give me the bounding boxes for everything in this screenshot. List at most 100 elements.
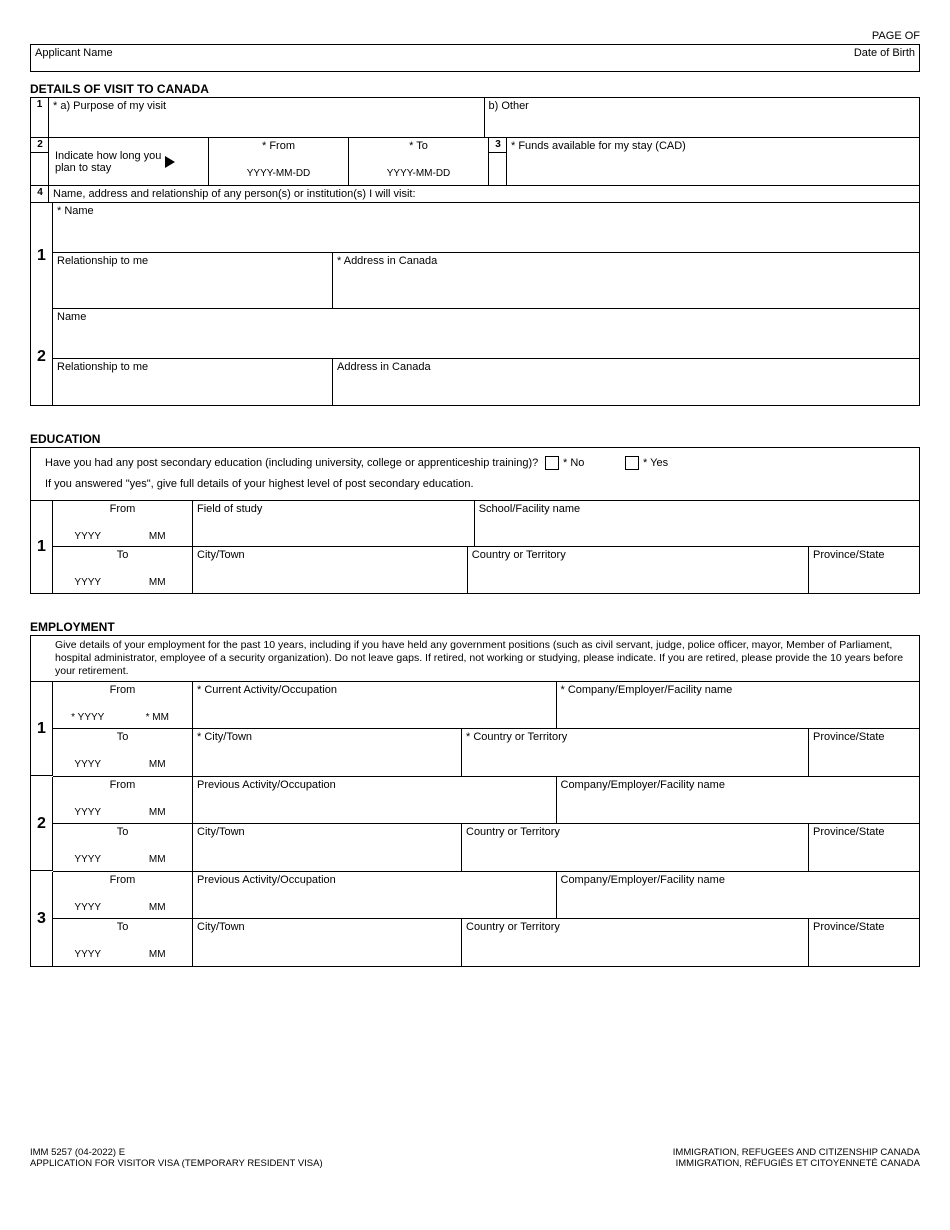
edu-sub: If you answered "yes", give full details… bbox=[45, 478, 905, 490]
emp-employer[interactable]: Company/Employer/Facility name bbox=[557, 777, 920, 823]
dept-fr: IMMIGRATION, RÉFUGIÉS ET CITOYENNETÉ CAN… bbox=[673, 1158, 920, 1169]
person-2-num: 2 bbox=[31, 309, 53, 405]
edu-to-yyyy[interactable] bbox=[53, 563, 123, 577]
emp-from-mm[interactable] bbox=[123, 698, 193, 712]
emp-from-yyyy[interactable] bbox=[53, 888, 123, 902]
person-1-num: 1 bbox=[31, 203, 53, 309]
edu-mm2: MM bbox=[123, 577, 193, 588]
emp-country[interactable]: * Country or Territory bbox=[462, 729, 809, 776]
emp-yyyy: * YYYY bbox=[53, 712, 123, 723]
p2-name[interactable]: Name bbox=[53, 309, 919, 358]
indicate-label: Indicate how long you plan to stay bbox=[55, 150, 165, 174]
edu-mm1: MM bbox=[123, 531, 193, 542]
purpose-label[interactable]: * a) Purpose of my visit bbox=[49, 98, 485, 138]
emp-row-num: 1 bbox=[31, 682, 53, 776]
emp-to: To bbox=[53, 729, 192, 745]
edu-yes-checkbox[interactable] bbox=[625, 456, 639, 470]
footer: IMM 5257 (04-2022) E APPLICATION FOR VIS… bbox=[30, 1147, 920, 1169]
edu-yyyy1: YYYY bbox=[53, 531, 123, 542]
edu-no-checkbox[interactable] bbox=[545, 456, 559, 470]
edu-from-mm[interactable] bbox=[123, 517, 193, 531]
edu-no-label: * No bbox=[563, 457, 584, 469]
emp-yyyy2: YYYY bbox=[53, 759, 123, 770]
to-format: YYYY-MM-DD bbox=[349, 168, 488, 179]
emp-yyyy: YYYY bbox=[53, 902, 123, 913]
from-label: * From bbox=[209, 138, 348, 154]
edu-from-yyyy[interactable] bbox=[53, 517, 123, 531]
p1-name[interactable]: * Name bbox=[53, 203, 919, 252]
education-title: EDUCATION bbox=[30, 432, 920, 448]
emp-yyyy: YYYY bbox=[53, 807, 123, 818]
emp-prov[interactable]: Province/State bbox=[809, 919, 919, 966]
emp-to: To bbox=[53, 824, 192, 840]
p2-addr[interactable]: Address in Canada bbox=[333, 359, 919, 405]
emp-to-mm[interactable] bbox=[123, 745, 193, 759]
edu-field[interactable]: Field of study bbox=[193, 501, 475, 546]
form-number: IMM 5257 (04-2022) E bbox=[30, 1147, 323, 1158]
emp-from: From bbox=[53, 682, 192, 698]
emp-to-mm[interactable] bbox=[123, 840, 193, 854]
emp-to: To bbox=[53, 919, 192, 935]
emp-country[interactable]: Country or Territory bbox=[462, 919, 809, 966]
emp-city[interactable]: City/Town bbox=[193, 824, 462, 871]
emp-instructions: Give details of your employment for the … bbox=[31, 636, 919, 682]
edu-row-num: 1 bbox=[31, 501, 53, 593]
emp-city[interactable]: City/Town bbox=[193, 919, 462, 966]
other-label[interactable]: b) Other bbox=[485, 98, 920, 138]
emp-activity[interactable]: Previous Activity/Occupation bbox=[193, 777, 557, 823]
emp-city[interactable]: * City/Town bbox=[193, 729, 462, 776]
from-input[interactable] bbox=[209, 154, 348, 168]
from-format: YYYY-MM-DD bbox=[209, 168, 348, 179]
emp-to-mm[interactable] bbox=[123, 935, 193, 949]
form-title: APPLICATION FOR VISITOR VISA (TEMPORARY … bbox=[30, 1158, 323, 1169]
emp-prov[interactable]: Province/State bbox=[809, 824, 919, 871]
visit-num-4: 4 bbox=[31, 186, 49, 200]
emp-prov[interactable]: Province/State bbox=[809, 729, 919, 776]
emp-mm2: MM bbox=[123, 759, 193, 770]
header-row: Applicant Name Date of Birth bbox=[30, 44, 920, 72]
to-input[interactable] bbox=[349, 154, 488, 168]
emp-mm2: MM bbox=[123, 949, 193, 960]
emp-activity[interactable]: Previous Activity/Occupation bbox=[193, 872, 557, 918]
edu-prov[interactable]: Province/State bbox=[809, 547, 919, 593]
edu-question: Have you had any post secondary educatio… bbox=[45, 457, 545, 469]
p1-rel[interactable]: Relationship to me bbox=[53, 253, 333, 308]
employment-title: EMPLOYMENT bbox=[30, 620, 920, 636]
emp-employer[interactable]: Company/Employer/Facility name bbox=[557, 872, 920, 918]
p2-rel[interactable]: Relationship to me bbox=[53, 359, 333, 405]
edu-to-mm[interactable] bbox=[123, 563, 193, 577]
emp-yyyy2: YYYY bbox=[53, 854, 123, 865]
applicant-name-label: Applicant Name bbox=[31, 45, 779, 71]
persons-label: Name, address and relationship of any pe… bbox=[49, 186, 919, 203]
emp-to-yyyy[interactable] bbox=[53, 745, 123, 759]
visit-num-2: 2 bbox=[31, 138, 49, 153]
emp-employer[interactable]: * Company/Employer/Facility name bbox=[557, 682, 920, 728]
emp-mm: * MM bbox=[123, 712, 193, 723]
emp-from-mm[interactable] bbox=[123, 888, 193, 902]
to-label: * To bbox=[349, 138, 488, 154]
dob-label: Date of Birth bbox=[779, 45, 919, 71]
emp-to-yyyy[interactable] bbox=[53, 935, 123, 949]
emp-row-num: 2 bbox=[31, 777, 53, 871]
visit-num-3: 3 bbox=[489, 138, 507, 153]
visit-section-title: DETAILS OF VISIT TO CANADA bbox=[30, 82, 920, 98]
edu-country[interactable]: Country or Territory bbox=[468, 547, 809, 593]
edu-city[interactable]: City/Town bbox=[193, 547, 468, 593]
emp-from-yyyy[interactable] bbox=[53, 698, 123, 712]
edu-yes-label: * Yes bbox=[643, 457, 668, 469]
emp-activity[interactable]: * Current Activity/Occupation bbox=[193, 682, 557, 728]
emp-from-yyyy[interactable] bbox=[53, 793, 123, 807]
edu-from: From bbox=[53, 501, 192, 517]
emp-mm: MM bbox=[123, 807, 193, 818]
funds-label[interactable]: * Funds available for my stay (CAD) bbox=[507, 138, 919, 186]
emp-from-mm[interactable] bbox=[123, 793, 193, 807]
emp-row-num: 3 bbox=[31, 872, 53, 966]
arrow-icon bbox=[165, 156, 175, 168]
p1-addr[interactable]: * Address in Canada bbox=[333, 253, 919, 308]
emp-yyyy2: YYYY bbox=[53, 949, 123, 960]
emp-country[interactable]: Country or Territory bbox=[462, 824, 809, 871]
page-number: PAGE OF bbox=[30, 30, 920, 42]
edu-school[interactable]: School/Facility name bbox=[475, 501, 919, 546]
emp-mm: MM bbox=[123, 902, 193, 913]
emp-to-yyyy[interactable] bbox=[53, 840, 123, 854]
